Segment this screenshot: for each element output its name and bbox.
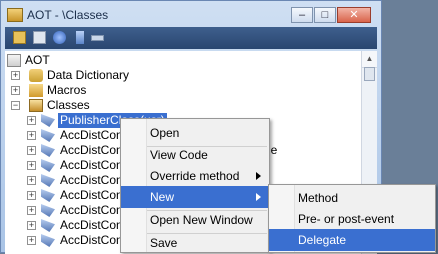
title-bar[interactable]: AOT - \Classes – □ ✕ xyxy=(1,1,381,29)
submenu-item-method[interactable]: Method xyxy=(269,187,435,209)
open-folder-icon[interactable] xyxy=(13,31,26,44)
menu-item-label: Override method xyxy=(150,169,240,183)
menu-item-override-method[interactable]: Override method xyxy=(121,165,269,187)
menu-item-label: View Code xyxy=(150,148,208,162)
new-submenu: Method Pre- or post-event handler Delega… xyxy=(268,184,436,253)
class-icon xyxy=(41,114,55,127)
window-title: AOT - \Classes xyxy=(27,8,109,22)
menu-item-save[interactable]: Save xyxy=(121,232,269,254)
class-icon xyxy=(41,129,55,142)
class-label: AccDistCons xyxy=(60,188,129,202)
compile-icon[interactable] xyxy=(53,31,66,44)
class-label: AccDistCons xyxy=(60,233,129,247)
macro-icon xyxy=(29,84,43,97)
expand-icon[interactable]: + xyxy=(27,116,36,125)
menu-item-new[interactable]: New xyxy=(121,186,269,208)
menu-item-label: New xyxy=(150,190,175,204)
class-icon xyxy=(41,159,55,172)
context-menu: Open View Code Override method New Open … xyxy=(120,118,270,253)
expand-icon[interactable]: + xyxy=(27,191,36,200)
expand-icon[interactable]: + xyxy=(11,86,20,95)
expand-icon[interactable]: + xyxy=(27,236,36,245)
expand-icon[interactable]: + xyxy=(27,206,36,215)
menu-item-open-new-window[interactable]: Open New Window xyxy=(121,209,269,231)
properties-icon[interactable] xyxy=(33,31,46,44)
submenu-item-delegate[interactable]: Delegate xyxy=(269,229,435,251)
close-button[interactable]: ✕ xyxy=(337,7,371,23)
expand-icon[interactable]: + xyxy=(27,221,36,230)
import-icon[interactable] xyxy=(76,31,84,44)
scroll-up-icon[interactable]: ▲ xyxy=(362,51,377,68)
expand-icon[interactable]: + xyxy=(27,146,36,155)
class-icon xyxy=(41,174,55,187)
submenu-arrow-icon xyxy=(256,172,261,180)
class-icon xyxy=(41,189,55,202)
expand-icon[interactable]: + xyxy=(27,131,36,140)
classes-folder-icon xyxy=(29,99,43,112)
aot-root-icon xyxy=(7,54,21,67)
menu-item-label: Save xyxy=(150,236,178,250)
submenu-item-pre-post-event-handler[interactable]: Pre- or post-event handler xyxy=(269,208,435,248)
class-icon xyxy=(41,204,55,217)
maximize-button[interactable]: □ xyxy=(314,7,336,23)
class-label: AccDistCons xyxy=(60,143,129,157)
database-icon xyxy=(29,69,43,82)
class-label: AccDistCons xyxy=(60,203,129,217)
menu-item-view-code[interactable]: View Code xyxy=(121,144,269,166)
class-label: AccDistCons xyxy=(60,173,129,187)
tree-node-label: Data Dictionary xyxy=(47,68,130,82)
toolbar xyxy=(5,27,377,49)
menu-item-label: Open New Window xyxy=(150,213,253,227)
tree-node-label: Classes xyxy=(47,98,90,112)
expand-icon[interactable]: + xyxy=(27,161,36,170)
collapse-icon[interactable]: − xyxy=(11,101,20,110)
expand-icon[interactable]: + xyxy=(27,176,36,185)
expand-icon[interactable]: + xyxy=(11,71,20,80)
menu-item-label: Open xyxy=(150,126,180,140)
menu-item-label: Method xyxy=(298,191,339,205)
submenu-arrow-icon xyxy=(256,193,261,201)
find-icon[interactable] xyxy=(91,35,104,41)
class-label: AccDistCons xyxy=(60,128,129,142)
tree-root-label: AOT xyxy=(25,53,50,67)
aot-app-icon xyxy=(7,8,23,22)
menu-item-open[interactable]: Open xyxy=(121,122,269,144)
menu-item-label: Delegate xyxy=(298,233,347,247)
class-icon xyxy=(41,234,55,247)
tree-node-label: Macros xyxy=(47,83,87,97)
minimize-button[interactable]: – xyxy=(291,7,313,23)
scroll-thumb[interactable] xyxy=(364,67,375,81)
class-label: AccDistCons xyxy=(60,218,129,232)
class-label: AccDistCons xyxy=(60,158,129,172)
class-icon xyxy=(41,144,55,157)
class-icon xyxy=(41,219,55,232)
